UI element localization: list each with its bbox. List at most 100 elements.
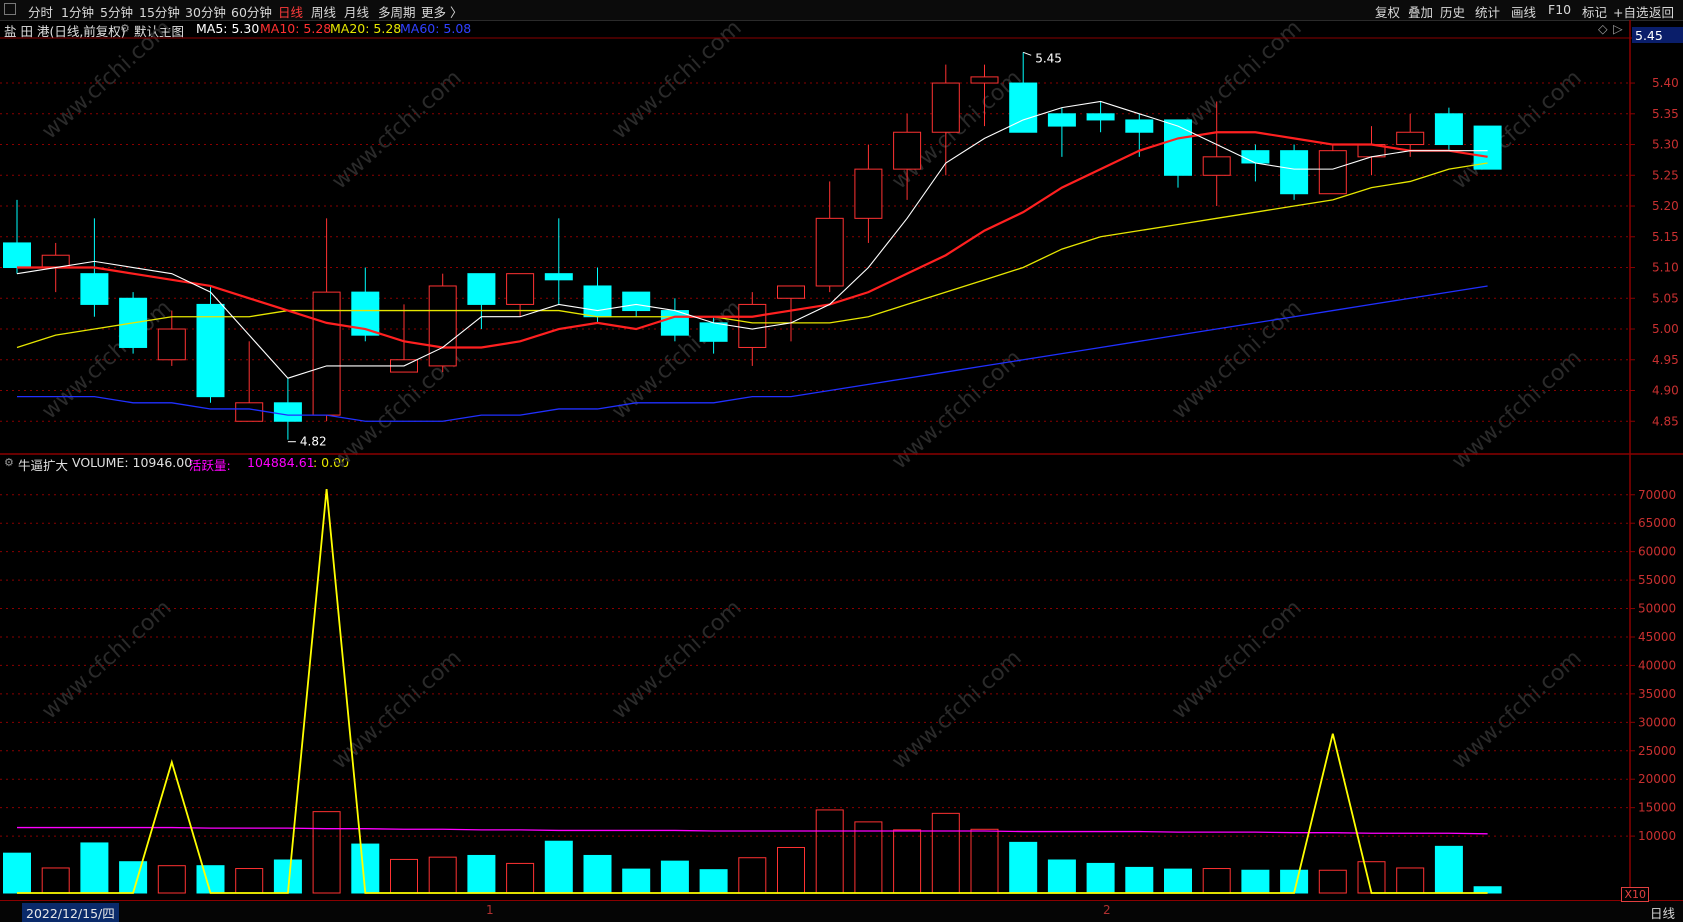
price-tick-label: 5.10 xyxy=(1652,261,1679,275)
volume-bar xyxy=(777,846,805,894)
volume-bar xyxy=(893,829,922,894)
stock-chart[interactable]: www.cfchi.com www.cfchi.com www.cfchi.com w… xyxy=(0,0,1683,900)
volume-bar xyxy=(157,865,186,894)
candle-down xyxy=(3,242,31,269)
volume-bar xyxy=(80,842,109,894)
candle-down xyxy=(1473,125,1502,170)
volume-bar xyxy=(544,840,573,894)
volume-tick-label: 10000 xyxy=(1638,829,1676,843)
volume-bar xyxy=(1241,869,1270,894)
volume-bar xyxy=(1047,859,1076,894)
volume-bar xyxy=(1318,869,1347,894)
price-tick-label: 5.15 xyxy=(1652,230,1679,244)
volume-bar xyxy=(1473,886,1502,894)
volume-bar xyxy=(1009,841,1038,894)
volume-bar xyxy=(1434,845,1463,894)
volume-bar xyxy=(1357,861,1386,894)
candle-down xyxy=(1241,150,1270,164)
candle-up xyxy=(235,402,264,422)
price-tick-label: 5.00 xyxy=(1652,322,1679,336)
price-tick-label: 5.40 xyxy=(1652,76,1679,90)
candle-down xyxy=(1280,150,1309,195)
volume-bar xyxy=(467,854,496,894)
volume-tick-label: 25000 xyxy=(1638,744,1676,758)
candle-down xyxy=(699,322,728,342)
volume-bar xyxy=(931,812,960,894)
volume-bar xyxy=(235,868,264,894)
watermark-text: www.cfchi.com xyxy=(1447,646,1586,775)
watermark-text: www.cfchi.com xyxy=(37,16,176,145)
candle-down xyxy=(544,273,573,281)
candle-up xyxy=(970,76,999,84)
price-tick-label: 4.90 xyxy=(1652,384,1679,398)
volume-bar xyxy=(1164,868,1192,894)
volume-bar xyxy=(622,868,651,894)
candle-up xyxy=(1318,150,1347,195)
candle-down xyxy=(196,303,225,398)
volume-bar xyxy=(41,867,70,894)
watermark-text: www.cfchi.com xyxy=(887,646,1026,775)
volume-bar xyxy=(3,852,31,894)
candle-up xyxy=(157,328,186,361)
volume-axis: 70000 65000 60000 55000 50000 45000 40000 35000… xyxy=(1630,488,1676,843)
volume-bar xyxy=(1202,868,1231,894)
volume-bar xyxy=(815,809,844,894)
grid-lines xyxy=(0,20,1683,900)
date-bar: 2022/12/15/四 1 2 X10 日线 xyxy=(0,887,1683,922)
price-tick-label: 5.20 xyxy=(1652,199,1679,213)
period-button[interactable]: 日线 xyxy=(1650,903,1675,922)
volume-tick-label: 20000 xyxy=(1638,772,1676,786)
candle-up xyxy=(893,131,922,170)
month-mark-1: 1 xyxy=(486,903,494,917)
volume-bar xyxy=(738,857,767,894)
volume-bar xyxy=(196,865,225,894)
volume-bar xyxy=(312,811,341,894)
volume-tick-label: 55000 xyxy=(1638,573,1676,587)
moving-average-layer xyxy=(16,100,1488,422)
high-arrow xyxy=(1023,51,1032,56)
current-price-label: 5.45 xyxy=(1635,28,1663,43)
candle-up xyxy=(506,273,535,305)
candle-up xyxy=(738,303,767,348)
volume-tick-label: 15000 xyxy=(1638,801,1676,815)
watermark-text: www.cfchi.com xyxy=(887,346,1026,475)
candle-down xyxy=(622,291,651,312)
watermark-text: www.cfchi.com xyxy=(37,596,176,725)
candlestick-layer xyxy=(3,52,1502,440)
volume-bar xyxy=(1086,862,1115,894)
candle-up xyxy=(1396,131,1425,146)
month-mark-2: 2 xyxy=(1103,903,1111,917)
watermark-text: www.cfchi.com xyxy=(607,16,746,145)
candle-down xyxy=(1086,113,1115,121)
low-label: 4.82 xyxy=(300,435,327,449)
candle-down xyxy=(467,273,496,305)
price-tick-label: 5.30 xyxy=(1652,138,1679,152)
volume-bar xyxy=(506,862,535,894)
volume-tick-label: 60000 xyxy=(1638,545,1676,559)
volume-bar xyxy=(660,860,689,894)
candle-up xyxy=(777,285,805,299)
price-tick-label: 5.25 xyxy=(1652,168,1679,182)
current-date: 2022/12/15/四 xyxy=(22,903,119,922)
watermark-layer: www.cfchi.com www.cfchi.com www.cfchi.com w… xyxy=(37,16,1586,775)
volume-tick-label: 65000 xyxy=(1638,516,1676,530)
volume-bar xyxy=(428,856,457,894)
watermark-text: www.cfchi.com xyxy=(1447,346,1586,475)
watermark-text: www.cfchi.com xyxy=(607,596,746,725)
candle-down xyxy=(583,285,612,318)
candle-down xyxy=(660,310,689,336)
volume-tick-label: 45000 xyxy=(1638,630,1676,644)
high-label: 5.45 xyxy=(1035,51,1062,65)
watermark-text: www.cfchi.com xyxy=(1167,596,1306,725)
volume-bar xyxy=(390,858,418,894)
volume-tick-label: 30000 xyxy=(1638,715,1676,729)
volume-tick-label: 40000 xyxy=(1638,658,1676,672)
volume-bar xyxy=(1396,867,1425,894)
volume-tick-label: 50000 xyxy=(1638,602,1676,616)
candle-up xyxy=(931,82,960,133)
volume-multiplier: X10 xyxy=(1621,887,1649,902)
price-tick-label: 5.05 xyxy=(1652,291,1679,305)
price-axis: 5.40 5.35 5.30 5.25 5.20 5.15 5.10 5.05 5.00 4.95… xyxy=(1630,27,1683,428)
candle-up xyxy=(815,217,844,287)
candle-down xyxy=(1164,119,1192,176)
